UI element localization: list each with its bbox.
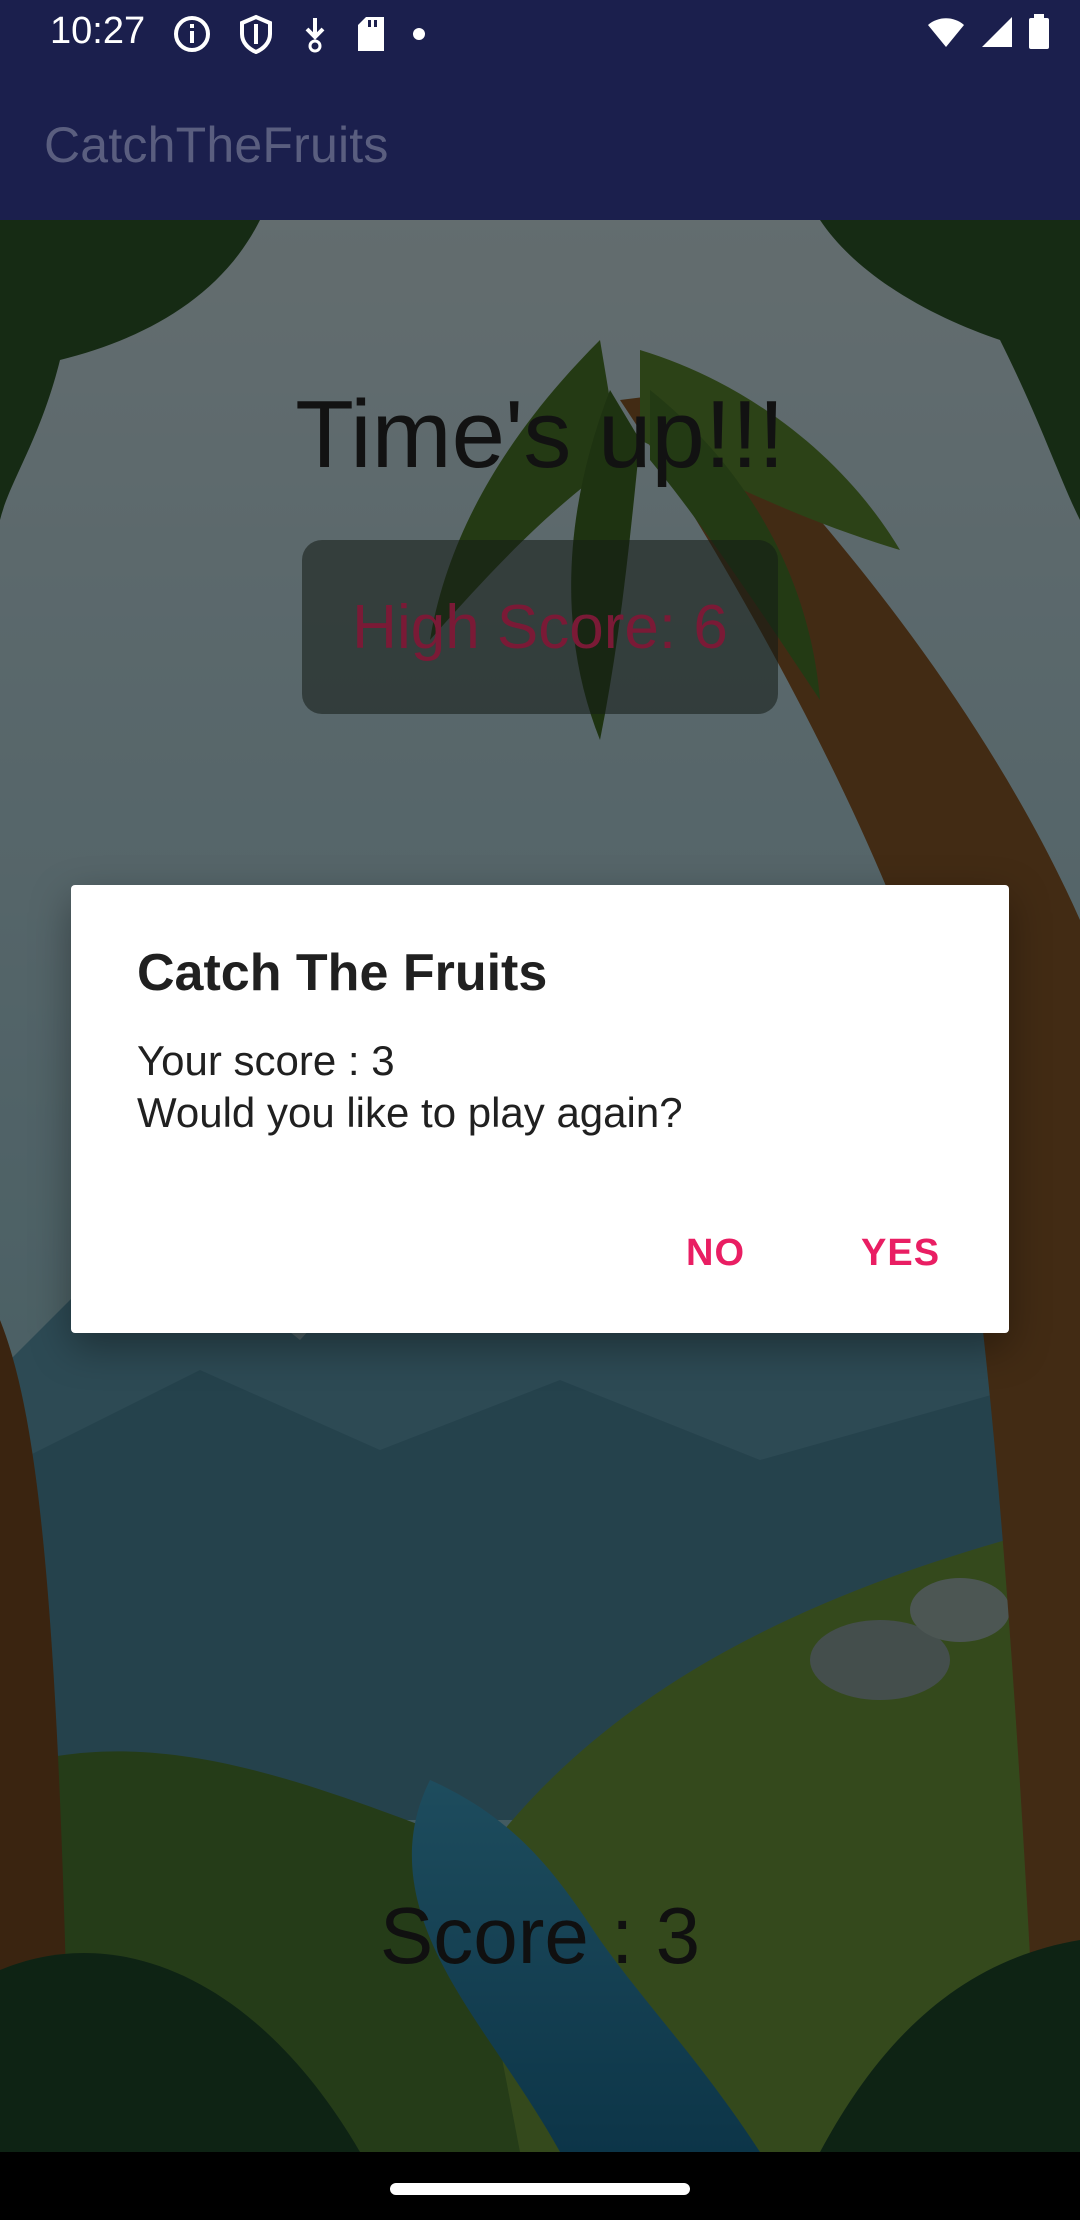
wifi-icon [928,18,964,47]
dialog-message-question: Would you like to play again? [137,1089,683,1136]
yes-button[interactable]: YES [843,1220,958,1287]
score-label: Score : 3 [379,1891,701,1980]
times-up-label: Time's up!!! [295,381,785,488]
info-icon [174,16,210,52]
high-score-label: High Score: 6 [352,592,728,662]
status-notification-icons [172,14,426,54]
no-button[interactable]: NO [668,1220,763,1287]
dot-icon [413,28,425,40]
high-score-box: High Score: 6 [302,540,778,714]
dialog-message: Your score : 3 Would you like to play ag… [137,1035,683,1139]
shield-icon [240,14,272,54]
dialog-message-score: Your score : 3 [137,1037,395,1084]
status-system-icons [926,14,1050,50]
app-title: CatchTheFruits [44,117,389,173]
status-bar: 10:27 [0,0,1080,66]
dialog-title: Catch The Fruits [137,944,548,1002]
status-time: 10:27 [50,10,146,52]
battery-icon [1029,14,1049,49]
home-gesture-handle[interactable] [390,2183,690,2195]
download-icon [305,18,325,53]
signal-icon [982,17,1012,47]
sd-card-icon [358,17,384,51]
app-bar: CatchTheFruits [0,66,1080,220]
play-again-dialog: Catch The Fruits Your score : 3 Would yo… [71,885,1009,1333]
